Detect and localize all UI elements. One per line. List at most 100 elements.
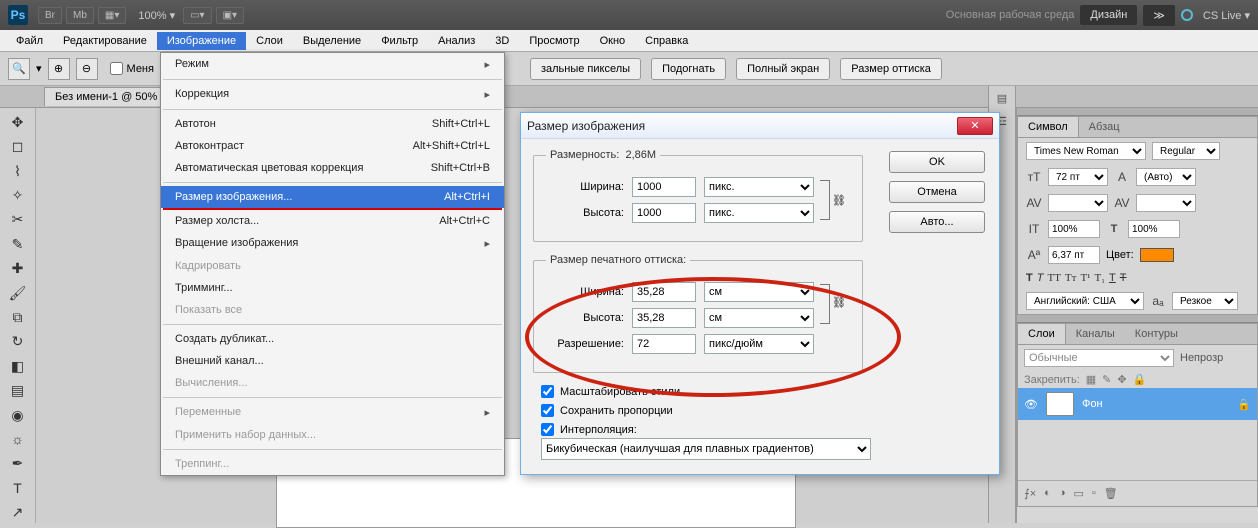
superscript-button[interactable]: T¹ — [1080, 272, 1090, 284]
cslive-button[interactable]: CS Live ▾ — [1203, 9, 1250, 22]
eyedropper-tool[interactable]: ✎ — [6, 234, 30, 254]
menuitem-image-size[interactable]: Размер изображения...Alt+Ctrl+I — [161, 186, 504, 208]
actual-pixels-button[interactable]: зальные пикселы — [530, 58, 641, 80]
height-px-unit[interactable]: пикс. — [704, 203, 814, 223]
lock-move-icon[interactable]: ✥ — [1117, 373, 1126, 386]
menuitem-autocontrast[interactable]: АвтоконтрастAlt+Shift+Ctrl+L — [161, 135, 504, 157]
subscript-button[interactable]: T₁ — [1094, 272, 1105, 284]
menu-file[interactable]: Файл — [6, 32, 53, 50]
tab-paragraph[interactable]: Абзац — [1079, 117, 1130, 137]
baseline-input[interactable] — [1048, 246, 1100, 264]
cancel-button[interactable]: Отмена — [889, 181, 985, 203]
menu-select[interactable]: Выделение — [293, 32, 371, 50]
zoom-in-icon[interactable]: ⊕ — [48, 58, 70, 80]
document-tab[interactable]: Без имени-1 @ 50% — [44, 87, 168, 106]
text-color-swatch[interactable] — [1140, 248, 1174, 262]
tracking-select[interactable] — [1136, 194, 1196, 212]
menuitem-mode[interactable]: Режим — [161, 53, 504, 76]
underline-button[interactable]: T — [1109, 272, 1116, 284]
menu-filter[interactable]: Фильтр — [371, 32, 428, 50]
resolution-unit[interactable]: пикс/дюйм — [704, 334, 814, 354]
fit-screen-button[interactable]: Подогнать — [651, 58, 726, 80]
type-tool[interactable]: T — [6, 478, 30, 498]
workspace-button[interactable]: Дизайн — [1080, 5, 1137, 25]
zoom-level[interactable]: 100% ▾ — [138, 9, 175, 22]
mask-button[interactable]: ◐ — [1044, 487, 1051, 500]
zoom-tool-icon[interactable]: 🔍 — [8, 58, 30, 80]
dodge-tool[interactable]: ☼ — [6, 429, 30, 449]
delete-layer-button[interactable]: 🗑 — [1104, 487, 1118, 500]
menuitem-autotone[interactable]: АвтотонShift+Ctrl+L — [161, 113, 504, 135]
interpolation-select[interactable]: Бикубическая (наилучшая для плавных град… — [541, 438, 871, 460]
auto-button[interactable]: Авто... — [889, 211, 985, 233]
tab-paths[interactable]: Контуры — [1125, 324, 1188, 344]
vscale-input[interactable] — [1048, 220, 1100, 238]
visibility-icon[interactable]: 👁 — [1024, 398, 1038, 411]
strike-button[interactable]: T — [1120, 272, 1127, 284]
scale-styles-checkbox[interactable] — [541, 385, 554, 398]
eraser-tool[interactable]: ◧ — [6, 356, 30, 376]
interpolation-checkbox[interactable] — [541, 423, 554, 436]
tab-character[interactable]: Символ — [1018, 117, 1079, 137]
ok-button[interactable]: OK — [889, 151, 985, 173]
tab-layers[interactable]: Слои — [1018, 324, 1066, 344]
stamp-tool[interactable]: ⧉ — [6, 307, 30, 327]
history-brush-tool[interactable]: ↻ — [6, 332, 30, 352]
wand-tool[interactable]: ✧ — [6, 185, 30, 205]
tab-channels[interactable]: Каналы — [1066, 324, 1125, 344]
resize-window-checkbox[interactable]: Меня — [110, 62, 154, 75]
marquee-tool[interactable]: ◻ — [6, 136, 30, 156]
language-select[interactable]: Английский: США — [1026, 292, 1144, 310]
lock-all-icon[interactable]: 🔒 — [1133, 373, 1147, 386]
antialias-select[interactable]: Резкое — [1172, 292, 1238, 310]
full-screen-button[interactable]: Полный экран — [736, 58, 830, 80]
bridge-button[interactable]: Br — [38, 7, 62, 24]
smallcaps-button[interactable]: Tᴛ — [1065, 272, 1077, 284]
menu-3d[interactable]: 3D — [485, 32, 519, 50]
italic-button[interactable]: T — [1037, 272, 1044, 284]
gradient-tool[interactable]: ▤ — [6, 380, 30, 400]
arrange-button[interactable]: ▣▾ — [216, 7, 244, 24]
menuitem-correction[interactable]: Коррекция — [161, 83, 504, 106]
font-style-select[interactable]: Regular — [1152, 142, 1220, 160]
font-size-select[interactable]: 72 пт — [1048, 168, 1108, 186]
path-tool[interactable]: ↗ — [6, 503, 30, 523]
new-layer-button[interactable]: ▫ — [1092, 487, 1096, 500]
menu-layers[interactable]: Слои — [246, 32, 293, 50]
menu-help[interactable]: Справка — [635, 32, 698, 50]
menu-edit[interactable]: Редактирование — [53, 32, 157, 50]
menuitem-ext-channel[interactable]: Внешний канал... — [161, 350, 504, 372]
menu-window[interactable]: Окно — [590, 32, 636, 50]
menuitem-rotation[interactable]: Вращение изображения — [161, 232, 504, 255]
workspace-more-button[interactable]: ≫ — [1143, 5, 1175, 26]
pen-tool[interactable]: ✒ — [6, 454, 30, 474]
hscale-input[interactable] — [1128, 220, 1180, 238]
menuitem-trim[interactable]: Тримминг... — [161, 277, 504, 299]
close-button[interactable]: ✕ — [957, 117, 993, 135]
fx-button[interactable]: ⨍× — [1024, 487, 1036, 500]
kerning-select[interactable] — [1048, 194, 1108, 212]
layer-row[interactable]: 👁 Фон 🔒 — [1018, 388, 1257, 420]
lock-pixels-icon[interactable]: ▦ — [1086, 373, 1096, 386]
height-cm-unit[interactable]: см — [704, 308, 814, 328]
height-px-input[interactable] — [632, 203, 696, 223]
menu-analysis[interactable]: Анализ — [428, 32, 485, 50]
menuitem-duplicate[interactable]: Создать дубликат... — [161, 328, 504, 350]
collapsed-icon-1[interactable]: ▤ — [997, 92, 1007, 105]
zoom-out-icon[interactable]: ⊖ — [76, 58, 98, 80]
lasso-tool[interactable]: ⌇ — [6, 161, 30, 181]
width-px-unit[interactable]: пикс. — [704, 177, 814, 197]
allcaps-button[interactable]: TT — [1047, 272, 1060, 284]
width-px-input[interactable] — [632, 177, 696, 197]
group-button[interactable]: ▭ — [1073, 487, 1083, 500]
heal-tool[interactable]: ✚ — [6, 258, 30, 278]
screen-mode-button[interactable]: ▦▾ — [98, 7, 126, 24]
brush-tool[interactable]: 🖌 — [6, 283, 30, 303]
crop-tool[interactable]: ✂ — [6, 210, 30, 230]
adjustment-button[interactable]: ◑ — [1059, 487, 1066, 500]
menuitem-autocolor[interactable]: Автоматическая цветовая коррекцияShift+C… — [161, 157, 504, 179]
width-cm-input[interactable] — [632, 282, 696, 302]
bold-button[interactable]: T — [1026, 272, 1033, 284]
minibridge-button[interactable]: Mb — [66, 7, 94, 24]
constrain-checkbox[interactable] — [541, 404, 554, 417]
